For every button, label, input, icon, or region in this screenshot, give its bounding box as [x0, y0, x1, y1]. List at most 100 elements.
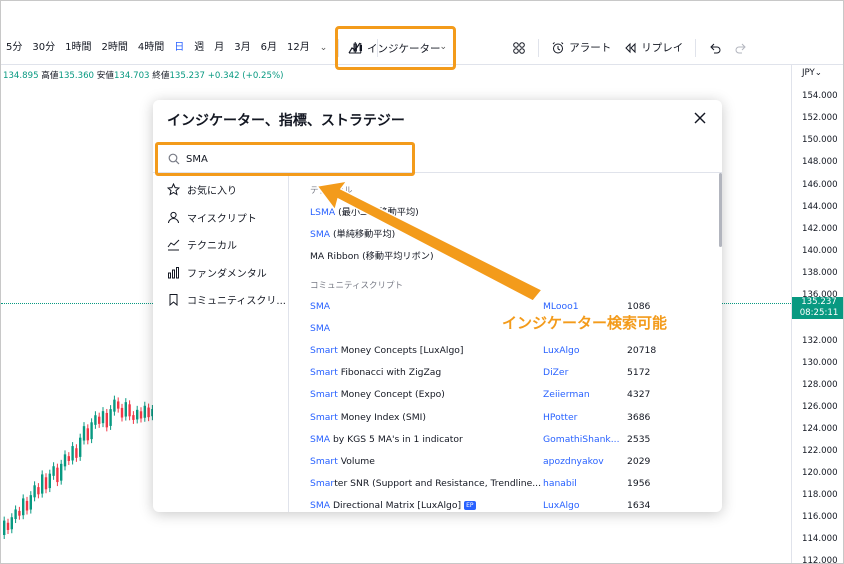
author-link[interactable]: HPotter — [543, 412, 627, 423]
sidebar-item-2[interactable]: テクニカル — [153, 231, 288, 259]
results-scrollbar[interactable] — [719, 173, 722, 247]
match-text: SMA — [310, 433, 331, 445]
list-item[interactable]: SMA by KGS 5 MA's in 1 indicator GomathiS… — [310, 430, 710, 448]
timeframe-2[interactable]: 1時間 — [60, 36, 96, 60]
name-rest: Money Index (SMI) — [337, 411, 426, 423]
list-item[interactable]: Smarter SNR (Support and Resistance, Tre… — [310, 475, 710, 493]
templates-icon — [513, 41, 526, 54]
candle-body — [143, 405, 146, 418]
fundamentals-icon — [168, 266, 179, 279]
price-axis[interactable]: JPY⌄ 154.000 152.000 150.000 148.000 146.000… — [791, 65, 843, 563]
name-rest: (最小二乗移動平均) — [335, 207, 419, 218]
alert-label: アラート — [569, 42, 612, 54]
candle-body — [139, 411, 143, 419]
close-icon[interactable] — [692, 110, 708, 126]
script-name: Smart Money Index (SMI) — [310, 412, 543, 423]
candlestick-series — [3, 395, 154, 539]
author-link[interactable]: MLooo1 — [543, 301, 627, 312]
price-tick: 140.000 — [802, 246, 838, 256]
chevron-down-icon[interactable]: ⌄ — [439, 42, 447, 52]
price-tick: 116.000 — [802, 512, 838, 522]
indicators-button[interactable]: インジケーター ⌄ — [335, 26, 456, 70]
redo-button[interactable] — [728, 36, 754, 60]
templates-button[interactable] — [506, 36, 532, 60]
timeframe-0[interactable]: 5分 — [1, 36, 27, 60]
search-field[interactable] — [155, 142, 415, 176]
search-input[interactable] — [186, 153, 386, 165]
match-text: Smart — [310, 411, 338, 423]
timeframe-9[interactable]: 6月 — [256, 36, 282, 60]
match-text: SMA — [310, 500, 331, 512]
script-name: Smart Fibonacci with ZigZag — [310, 367, 543, 378]
replay-button[interactable]: リプレイ — [617, 36, 689, 60]
candle-body — [44, 477, 48, 490]
author-link[interactable]: hanabil — [543, 478, 627, 489]
like-count: 3686 — [627, 411, 651, 423]
sidebar-item-1[interactable]: マイスクリプト — [153, 204, 288, 232]
indicators-icon — [348, 42, 361, 54]
price-tick: 138.000 — [802, 268, 838, 278]
timeframe-5[interactable]: 日 — [169, 36, 189, 60]
list-item[interactable]: SMA (単純移動平均) — [310, 224, 710, 242]
sidebar-item-0[interactable]: お気に入り — [153, 176, 288, 204]
candle-body — [14, 509, 17, 520]
current-price-tag: 135.237 08:25:11 — [792, 297, 843, 319]
price-tick: 128.000 — [802, 380, 838, 390]
timeframe-3[interactable]: 2時間 — [96, 36, 132, 60]
author-link[interactable]: DiZer — [543, 367, 627, 378]
like-count: 2029 — [627, 455, 651, 467]
script-name: SMA Directional Matrix [LuxAlgo] EP — [310, 500, 543, 511]
price-tick: 144.000 — [802, 202, 838, 212]
author-link[interactable]: apozdnyakov — [543, 456, 627, 467]
price-tick: 126.000 — [802, 402, 838, 412]
technicals-icon — [167, 239, 180, 251]
list-item[interactable]: Smart Money Concepts [LuxAlgo] LuxAlgo 207… — [310, 341, 710, 359]
timeframe-1[interactable]: 30分 — [27, 36, 60, 60]
candle-body — [10, 517, 13, 530]
author-link[interactable]: Zeiierman — [543, 389, 627, 400]
sidebar-item-4[interactable]: コミュニティスクリ... — [153, 286, 288, 314]
candle-body — [147, 407, 150, 418]
candle-body — [113, 399, 116, 412]
list-item[interactable]: Smart Money Concept (Expo) Zeiierman 4327 — [310, 386, 710, 404]
timeframe-6[interactable]: 週 — [189, 36, 209, 60]
list-item[interactable]: LSMA (最小二乗移動平均) — [310, 202, 710, 220]
timeframe-7[interactable]: 月 — [209, 36, 229, 60]
author-link[interactable]: LuxAlgo — [543, 500, 627, 511]
sidebar-item-3[interactable]: ファンダメンタル — [153, 259, 288, 287]
author-link[interactable]: LuxAlgo — [543, 345, 627, 356]
author-link[interactable]: GomathiShank... — [543, 434, 627, 445]
candle-body — [41, 474, 44, 494]
price-tick: 148.000 — [802, 157, 838, 167]
list-item[interactable]: MA Ribbon (移動平均リボン) — [310, 246, 710, 264]
list-item[interactable]: Smart Money Index (SMI) HPotter 3686 — [310, 408, 710, 426]
alert-icon — [552, 41, 564, 53]
currency-label[interactable]: JPY⌄ — [802, 68, 822, 78]
undo-button[interactable] — [702, 36, 728, 60]
timeframe-10[interactable]: 12月 — [282, 36, 315, 60]
match-text: SMA — [310, 300, 331, 312]
search-icon — [168, 153, 180, 165]
list-item[interactable]: SMA Directional Matrix [LuxAlgo] EP LuxAlg… — [310, 497, 710, 512]
indicators-label: インジケーター — [367, 42, 441, 55]
candle-body — [132, 415, 135, 420]
timeframe-dropdown-chevron-icon[interactable]: ⌄ — [315, 36, 333, 60]
timeframe-8[interactable]: 3月 — [229, 36, 255, 60]
toolbar-divider — [695, 38, 697, 57]
script-name: SMA (単純移動平均) — [310, 226, 543, 240]
candle-body — [22, 498, 25, 516]
timeframe-4[interactable]: 4時間 — [133, 36, 169, 60]
match-text: Smart — [310, 344, 338, 356]
current-price: 135.237 — [801, 297, 837, 307]
list-item[interactable]: Smart Fibonacci with ZigZag DiZer 5172 — [310, 364, 710, 382]
candle-body — [82, 426, 86, 441]
results-list: テクニカル コミュニティスクリプト LSMA (最小二乗移動平均) SMA (単純… — [290, 176, 722, 512]
alert-button[interactable]: アラート — [545, 36, 617, 60]
candle-body — [71, 446, 74, 461]
bar-countdown: 08:25:11 — [799, 308, 839, 318]
list-item[interactable]: Smart Volume apozdnyakov 2029 — [310, 452, 710, 470]
sidebar-item-label: テクニカル — [187, 241, 237, 253]
match-text: SMA — [310, 229, 331, 240]
candle-body — [3, 520, 6, 535]
sidebar-item-label: お気に入り — [187, 186, 237, 198]
